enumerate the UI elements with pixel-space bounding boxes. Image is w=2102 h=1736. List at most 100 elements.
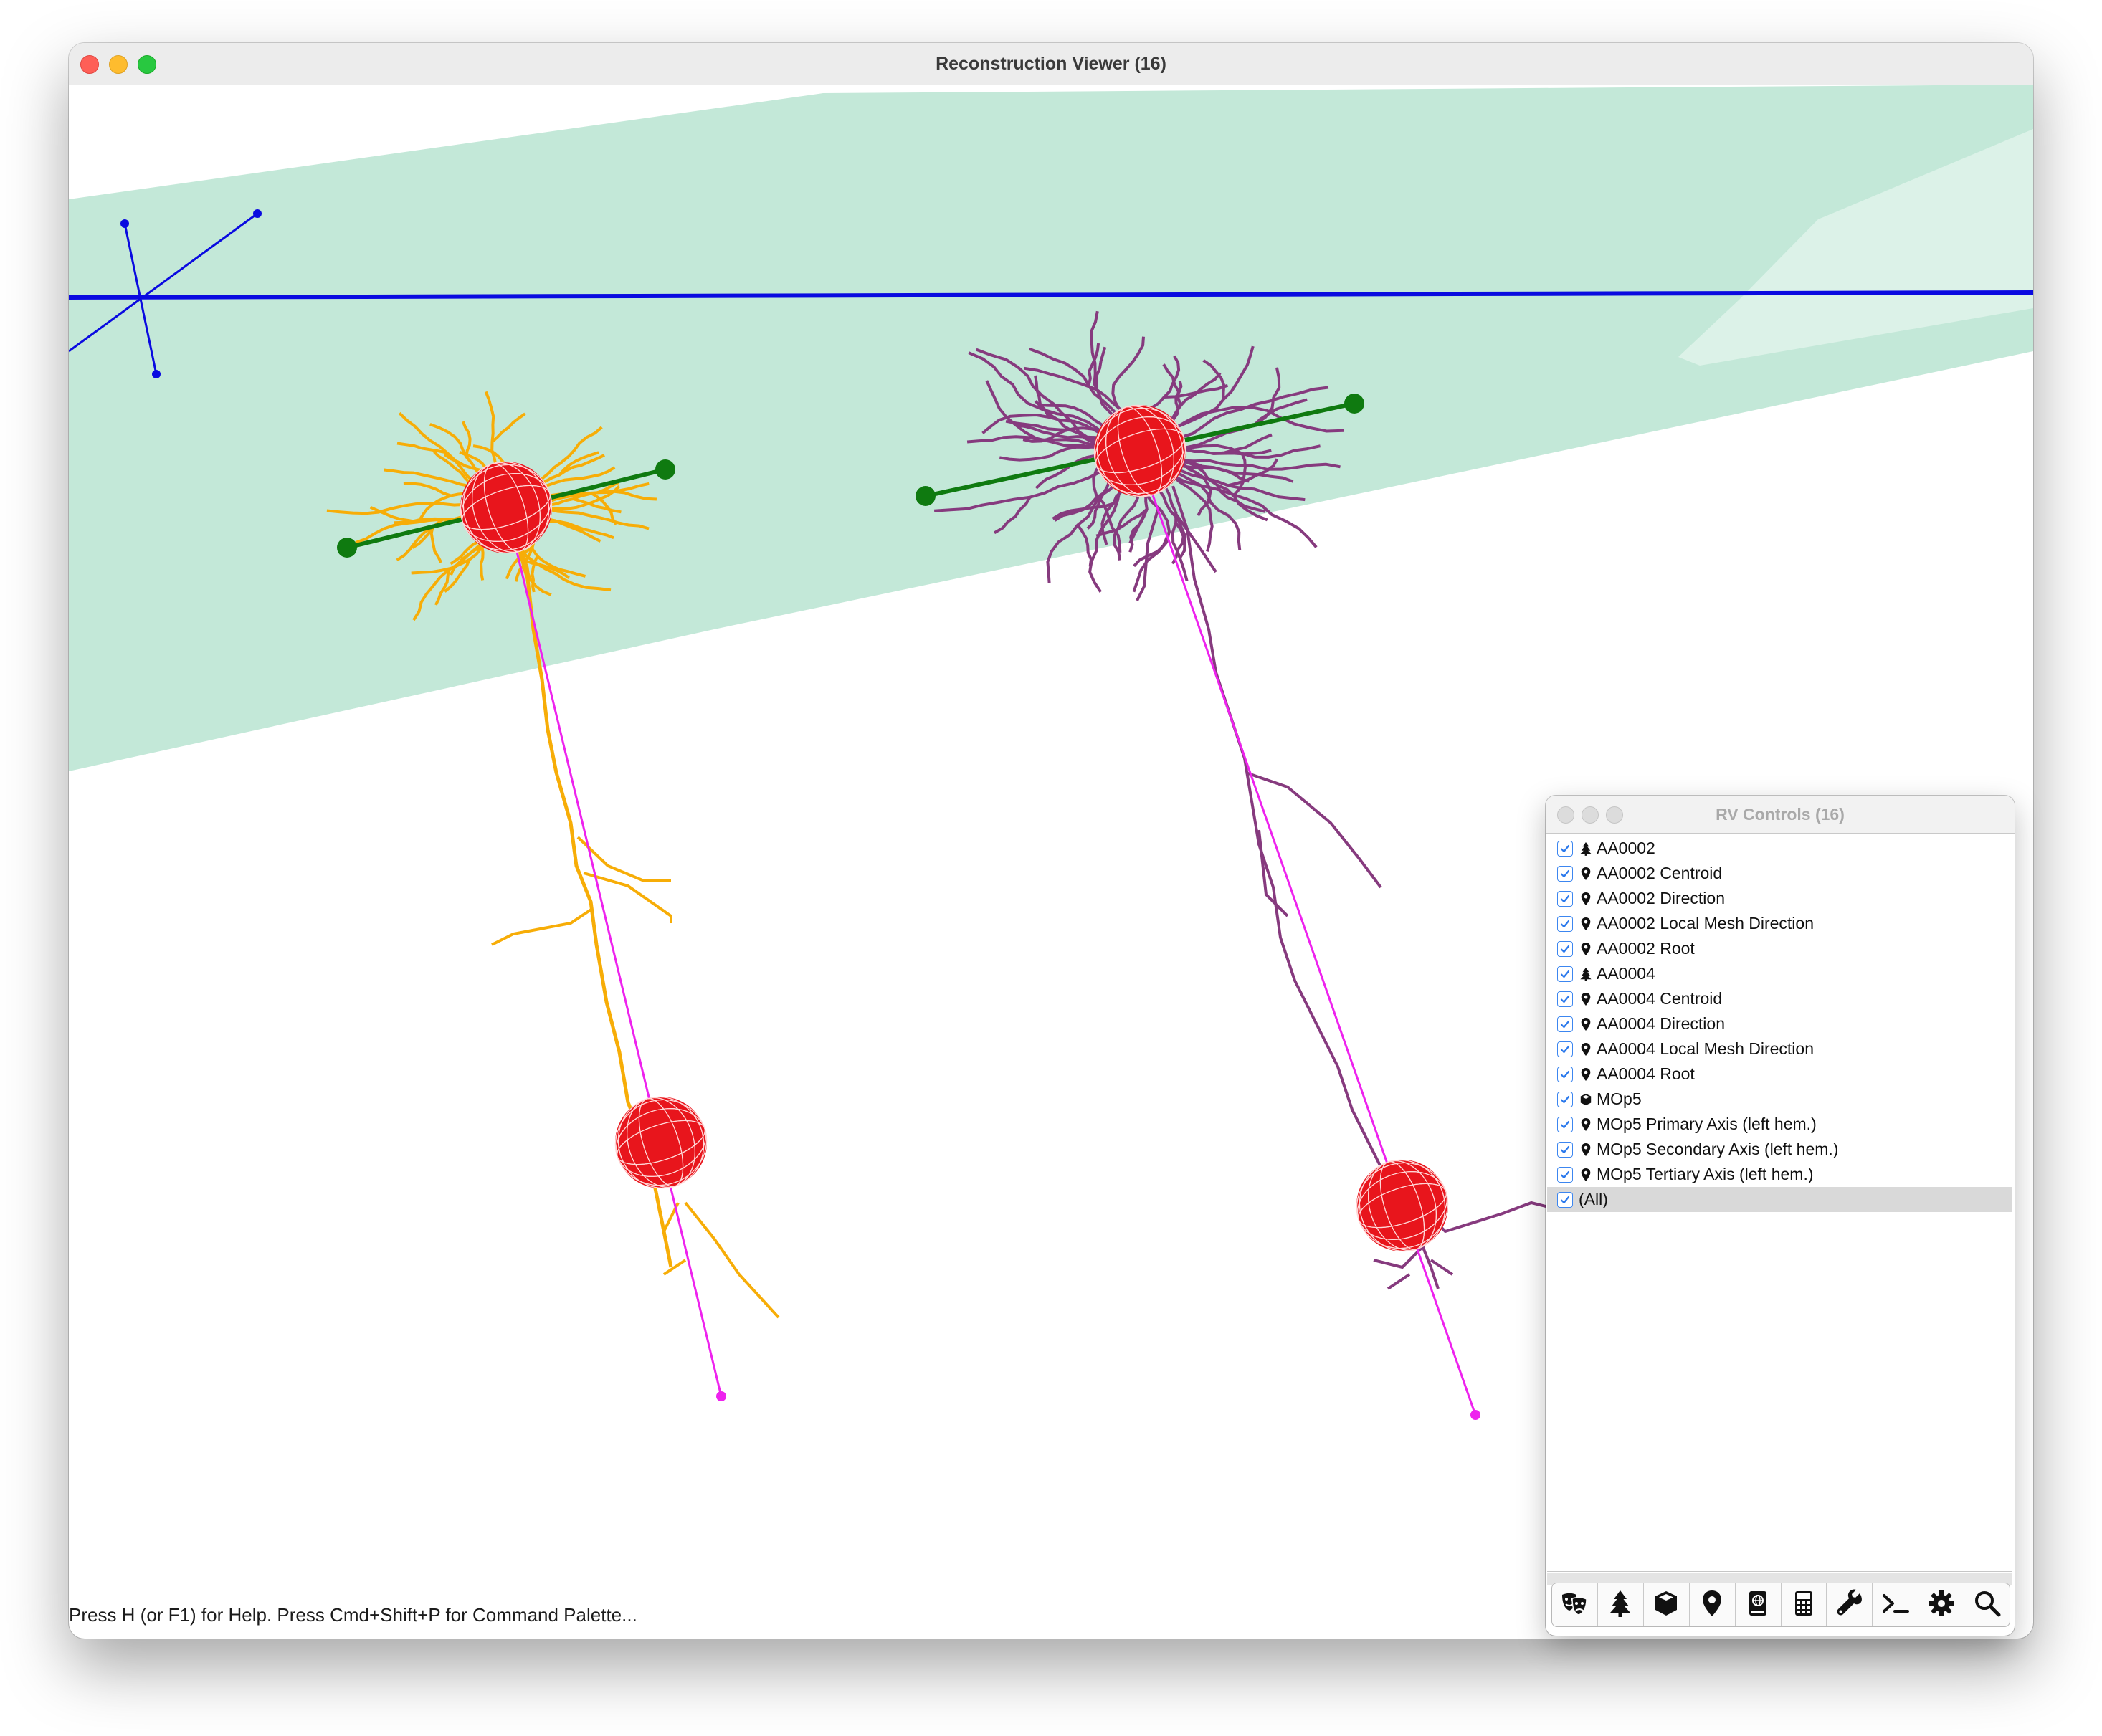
search-button[interactable] — [1964, 1583, 2010, 1626]
visibility-checkbox[interactable] — [1557, 965, 1573, 982]
controls-zoom-button[interactable] — [1606, 806, 1623, 824]
scene-item-label: AA0002 Direction — [1597, 889, 1725, 907]
status-bar-hint: Press H (or F1) for Help. Press Cmd+Shif… — [69, 1604, 637, 1626]
visibility-checkbox[interactable] — [1557, 865, 1573, 882]
scene-item-row[interactable]: MOp5 Primary Axis (left hem.) — [1547, 1112, 2012, 1137]
direction-endpoint — [916, 486, 936, 506]
minimize-window-button[interactable] — [109, 55, 128, 74]
masks-icon — [1560, 1589, 1589, 1621]
terminal-button[interactable] — [1873, 1583, 1919, 1626]
tree-icon — [1606, 1589, 1635, 1621]
scene-item-row[interactable]: AA0004 Root — [1547, 1062, 2012, 1087]
visibility-checkbox[interactable] — [1557, 1141, 1573, 1158]
direction-endpoint — [337, 538, 357, 558]
visibility-checkbox[interactable] — [1557, 1166, 1573, 1183]
window-title: Reconstruction Viewer (16) — [936, 53, 1166, 74]
masks-button[interactable] — [1552, 1583, 1598, 1626]
scene-item-label: AA0002 Root — [1597, 939, 1695, 958]
scene-item-row[interactable]: AA0004 Direction — [1547, 1011, 2012, 1036]
scene-item-row[interactable]: AA0004 Local Mesh Direction — [1547, 1036, 2012, 1062]
zoom-window-button[interactable] — [138, 55, 156, 74]
scene-item-row[interactable]: MOp5 Secondary Axis (left hem.) — [1547, 1137, 2012, 1162]
visibility-checkbox[interactable] — [1557, 1116, 1573, 1132]
direction-endpoint — [1344, 394, 1364, 414]
scene-item-label: MOp5 Tertiary Axis (left hem.) — [1597, 1165, 1814, 1183]
scene-item-label: MOp5 — [1597, 1089, 1642, 1108]
atlas-button[interactable] — [1736, 1583, 1782, 1626]
controls-toolbar — [1551, 1583, 2010, 1627]
wrench-button[interactable] — [1827, 1583, 1873, 1626]
visibility-checkbox[interactable] — [1557, 991, 1573, 1007]
title-bar[interactable]: Reconstruction Viewer (16) — [69, 43, 2033, 85]
rv-controls-panel: RV Controls (16) AA0002 AA0002 Centroid AA… — [1546, 796, 2015, 1636]
terminal-icon — [1881, 1589, 1910, 1621]
calculator-icon — [1789, 1589, 1818, 1621]
visibility-checkbox[interactable] — [1557, 1191, 1573, 1208]
scene-item-label: MOp5 Secondary Axis (left hem.) — [1597, 1140, 1839, 1158]
scene-item-row[interactable]: AA0004 Centroid — [1547, 986, 2012, 1011]
scene-item-label: MOp5 Primary Axis (left hem.) — [1597, 1115, 1817, 1133]
aa0002-root-marker — [716, 1391, 726, 1401]
visibility-checkbox[interactable] — [1557, 890, 1573, 907]
visibility-checkbox[interactable] — [1557, 1091, 1573, 1107]
marker-icon — [1579, 1041, 1593, 1057]
marker-icon — [1579, 991, 1593, 1007]
scene-item-row[interactable]: MOp5 Tertiary Axis (left hem.) — [1547, 1162, 2012, 1187]
marker-icon — [1579, 1067, 1593, 1082]
marker-button[interactable] — [1690, 1583, 1736, 1626]
marker-icon — [1579, 1117, 1593, 1132]
controls-title-bar[interactable]: RV Controls (16) — [1546, 796, 2015, 834]
scene-item-row[interactable]: AA0002 Centroid — [1547, 861, 2012, 886]
tree-icon — [1579, 841, 1593, 857]
visibility-checkbox[interactable] — [1557, 1016, 1573, 1032]
marker-icon — [1579, 891, 1593, 907]
calculator-button[interactable] — [1782, 1583, 1827, 1626]
cube-button[interactable] — [1644, 1583, 1690, 1626]
aa0004-axon-branch — [1257, 829, 1289, 917]
cube-icon — [1652, 1589, 1680, 1621]
marker-icon — [1579, 1142, 1593, 1158]
aa0002-centroid — [614, 1096, 708, 1189]
scene-item-label: (All) — [1579, 1190, 1608, 1208]
visibility-checkbox[interactable] — [1557, 840, 1573, 857]
scene-item-label: AA0002 — [1597, 839, 1655, 857]
marker-icon — [1579, 941, 1593, 957]
scene-item-row[interactable]: AA0002 — [1547, 836, 2012, 861]
visibility-checkbox[interactable] — [1557, 915, 1573, 932]
scene-item-row[interactable]: AA0004 — [1547, 961, 2012, 986]
axis-endpoint — [152, 370, 161, 378]
scene-item-label: AA0004 Centroid — [1597, 989, 1723, 1008]
visibility-checkbox[interactable] — [1557, 940, 1573, 957]
scene-item-row[interactable]: MOp5 — [1547, 1087, 2012, 1112]
scene-object-list[interactable]: AA0002 AA0002 Centroid AA0002 Direction AA0… — [1547, 836, 2012, 1572]
axis-endpoint — [120, 219, 129, 228]
scene-item-label: AA0002 Local Mesh Direction — [1597, 914, 1814, 933]
search-icon — [1973, 1589, 2002, 1621]
scene-item-row[interactable]: (All) — [1547, 1187, 2012, 1212]
gear-button[interactable] — [1918, 1583, 1965, 1626]
aa0002-axon-branch — [662, 1201, 780, 1319]
atlas-icon — [1744, 1589, 1772, 1621]
scene-item-label: AA0004 Root — [1597, 1064, 1695, 1083]
tree-icon — [1579, 966, 1593, 982]
marker-icon — [1698, 1589, 1726, 1621]
aa0004-centroid — [1356, 1159, 1449, 1252]
close-window-button[interactable] — [80, 55, 99, 74]
direction-endpoint — [655, 459, 675, 480]
scene-item-row[interactable]: AA0002 Local Mesh Direction — [1547, 911, 2012, 936]
controls-minimize-button[interactable] — [1582, 806, 1599, 824]
controls-close-button[interactable] — [1557, 806, 1574, 824]
wrench-icon — [1835, 1589, 1864, 1621]
scene-item-row[interactable]: AA0002 Root — [1547, 936, 2012, 961]
cube-icon — [1579, 1092, 1593, 1107]
visibility-checkbox[interactable] — [1557, 1041, 1573, 1057]
scene-item-label: AA0004 Direction — [1597, 1014, 1725, 1033]
scene-item-label: AA0002 Centroid — [1597, 864, 1723, 882]
visibility-checkbox[interactable] — [1557, 1066, 1573, 1082]
scene-item-label: AA0004 Local Mesh Direction — [1597, 1039, 1814, 1058]
scene-item-row[interactable]: AA0002 Direction — [1547, 886, 2012, 911]
aa0004-root-marker — [1470, 1410, 1480, 1420]
axis-endpoint — [253, 209, 262, 218]
tree-button[interactable] — [1598, 1583, 1644, 1626]
marker-icon — [1579, 866, 1593, 882]
